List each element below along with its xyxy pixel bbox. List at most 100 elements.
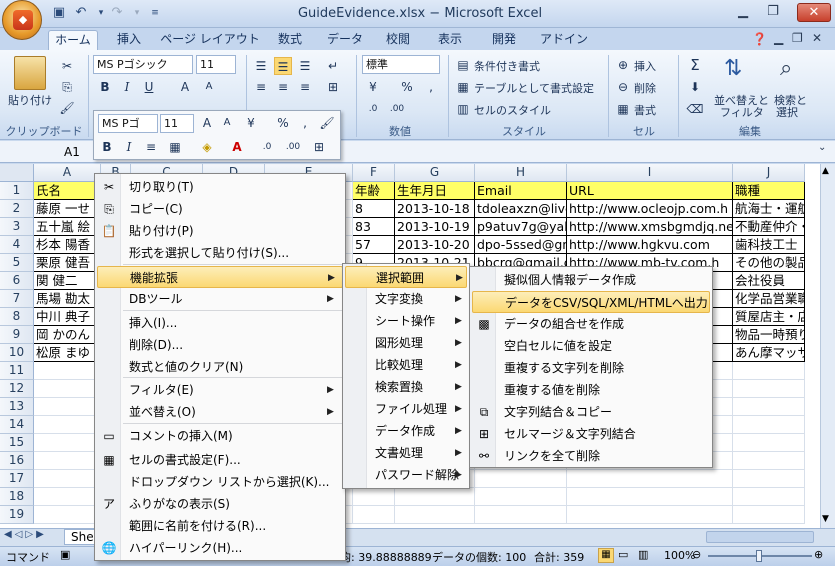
submenu-item[interactable]: パスワード解除 ▶: [345, 464, 467, 486]
percent-icon[interactable]: %: [398, 78, 416, 96]
column-header-A[interactable]: A: [34, 164, 101, 182]
column-header-I[interactable]: I: [567, 164, 733, 182]
tab-page-layout[interactable]: ページ レイアウト: [160, 30, 260, 50]
mini-font-color-icon[interactable]: A: [228, 138, 246, 156]
cell-A1[interactable]: 氏名: [34, 182, 101, 200]
italic-icon[interactable]: I: [118, 78, 136, 96]
cell-A9[interactable]: 岡 かのん: [34, 326, 101, 344]
sort-filter-icon[interactable]: ⇅: [724, 56, 742, 81]
row-header[interactable]: 7: [0, 290, 34, 308]
row-header[interactable]: 16: [0, 452, 34, 470]
cell-J5[interactable]: その他の製品: [733, 254, 805, 272]
minimize-button[interactable]: ▁: [730, 3, 756, 22]
submenu-item[interactable]: 図形処理 ▶: [345, 332, 467, 354]
ribbon-minimize-icon[interactable]: ▁: [774, 31, 783, 45]
cell-J18[interactable]: [733, 488, 805, 506]
cell-I18[interactable]: [567, 488, 733, 506]
submenu2-item[interactable]: 擬似個人情報データ作成: [472, 269, 710, 291]
cell-G4[interactable]: 2013-10-20: [395, 236, 475, 254]
mini-fill-color-icon[interactable]: ◈: [198, 138, 216, 156]
mini-borders-icon[interactable]: ▦: [166, 138, 184, 156]
cell-A17[interactable]: [34, 470, 101, 488]
cell-A14[interactable]: [34, 416, 101, 434]
tab-review[interactable]: 校閲: [378, 30, 418, 50]
cell-styles-button[interactable]: セルのスタイル: [474, 102, 551, 118]
row-header[interactable]: 8: [0, 308, 34, 326]
zoom-in-icon[interactable]: ⊕: [814, 548, 823, 561]
paste-button-label[interactable]: 貼り付け: [8, 92, 52, 108]
cut-icon[interactable]: ✂: [58, 57, 76, 75]
ribbon-close-icon[interactable]: ✕: [812, 31, 822, 45]
wrap-text-icon[interactable]: ↵: [324, 57, 342, 75]
cell-H1[interactable]: Email: [475, 182, 567, 200]
cell-H4[interactable]: dpo-5ssed@gn: [475, 236, 567, 254]
menu-item[interactable]: 数式と値のクリア(N): [97, 356, 343, 378]
menu-item[interactable]: ▭ コメントの挿入(M): [97, 425, 343, 447]
delete-cells-button[interactable]: 削除: [634, 80, 656, 96]
select-all-corner[interactable]: [0, 164, 34, 182]
cell-A5[interactable]: 栗原 健吾: [34, 254, 101, 272]
cell-A16[interactable]: [34, 452, 101, 470]
mini-merge-icon[interactable]: ⊞: [310, 138, 328, 156]
mini-currency-icon[interactable]: ¥: [242, 114, 260, 132]
cell-A13[interactable]: [34, 398, 101, 416]
cell-F18[interactable]: [353, 488, 395, 506]
cell-G1[interactable]: 生年月日: [395, 182, 475, 200]
help-icon[interactable]: ❓: [752, 32, 767, 46]
menu-item[interactable]: 範囲に名前を付ける(R)...: [97, 515, 343, 537]
mini-bold-icon[interactable]: B: [98, 138, 116, 156]
page-layout-view-icon[interactable]: ▭: [618, 548, 628, 561]
cell-F2[interactable]: 8: [353, 200, 395, 218]
cell-A6[interactable]: 関 健二: [34, 272, 101, 290]
menu-item[interactable]: 削除(D)...: [97, 334, 343, 356]
font-size-combo[interactable]: 11: [196, 55, 236, 74]
submenu-item[interactable]: 文字変換 ▶: [345, 288, 467, 310]
row-header[interactable]: 13: [0, 398, 34, 416]
mini-italic-icon[interactable]: I: [120, 138, 138, 156]
mini-decrease-decimal-icon[interactable]: .00: [284, 138, 302, 156]
ribbon-restore-icon[interactable]: ❐: [792, 31, 803, 45]
cell-J8[interactable]: 質屋店主・店: [733, 308, 805, 326]
grow-font-icon[interactable]: A: [176, 78, 194, 96]
row-header[interactable]: 3: [0, 218, 34, 236]
scroll-down-icon[interactable]: ▼: [822, 514, 829, 524]
number-format-combo[interactable]: 標準: [362, 55, 440, 74]
cell-J15[interactable]: [733, 434, 805, 452]
redo-dropdown-icon[interactable]: ▾: [128, 4, 146, 22]
cell-G18[interactable]: [395, 488, 475, 506]
normal-view-icon[interactable]: ▦: [598, 548, 614, 563]
cell-F1[interactable]: 年齢: [353, 182, 395, 200]
mini-size-combo[interactable]: 11: [160, 114, 194, 133]
column-header-F[interactable]: F: [353, 164, 395, 182]
cell-J6[interactable]: 会社役員: [733, 272, 805, 290]
comma-icon[interactable]: ,: [422, 78, 440, 96]
cell-I3[interactable]: http://www.xmsbgmdjq.ne: [567, 218, 733, 236]
menu-item[interactable]: DBツール ▶: [97, 288, 343, 310]
tab-view[interactable]: 表示: [430, 30, 470, 50]
submenu2-item[interactable]: 重複する文字列を削除: [472, 357, 710, 379]
macro-record-icon[interactable]: ▣: [60, 548, 70, 561]
format-cells-icon[interactable]: ▦: [614, 100, 632, 118]
format-cells-button[interactable]: 書式: [634, 102, 656, 118]
cell-styles-icon[interactable]: ▥: [454, 100, 472, 118]
cell-A19[interactable]: [34, 506, 101, 524]
mini-grow-font-icon[interactable]: A: [198, 114, 216, 132]
menu-item[interactable]: 並べ替え(O) ▶: [97, 401, 343, 423]
underline-icon[interactable]: U: [140, 78, 158, 96]
cell-H17[interactable]: [475, 470, 567, 488]
menu-item[interactable]: ⎘ コピー(C): [97, 198, 343, 220]
cell-J12[interactable]: [733, 380, 805, 398]
format-as-table-icon[interactable]: ▦: [454, 78, 472, 96]
submenu-item[interactable]: データ作成 ▶: [345, 420, 467, 442]
submenu2-item[interactable]: ▩ データの組合せを作成: [472, 313, 710, 335]
row-header[interactable]: 15: [0, 434, 34, 452]
column-header-G[interactable]: G: [395, 164, 475, 182]
cell-J3[interactable]: 不動産仲介・: [733, 218, 805, 236]
delete-cells-icon[interactable]: ⊖: [614, 78, 632, 96]
page-break-view-icon[interactable]: ▥: [638, 548, 648, 561]
submenu-item[interactable]: 検索置換 ▶: [345, 376, 467, 398]
cell-J1[interactable]: 職種: [733, 182, 805, 200]
cell-A10[interactable]: 松原 まゆ: [34, 344, 101, 362]
align-center-icon[interactable]: ≡: [274, 78, 292, 96]
cell-J17[interactable]: [733, 470, 805, 488]
